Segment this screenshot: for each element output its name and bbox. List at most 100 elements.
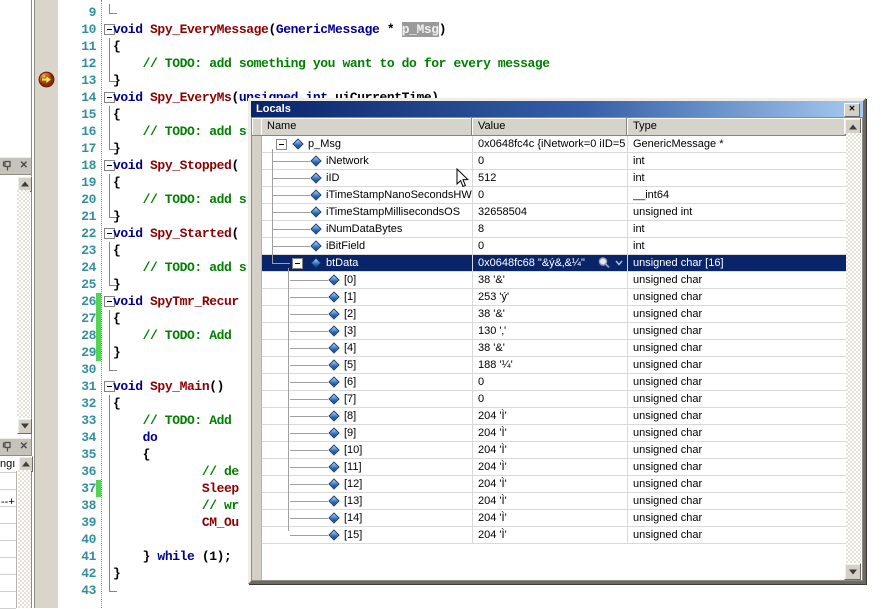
- line-number: 29: [58, 344, 96, 361]
- panel-row-line: [0, 574, 16, 575]
- code-segment-pl: ): [439, 22, 446, 37]
- locals-row-iTimeStampNanoSecondsHW[interactable]: iTimeStampNanoSecondsHW0__int64: [261, 187, 846, 204]
- expand-collapse-box[interactable]: [276, 139, 287, 150]
- tool-panel-top-titlebar[interactable]: ✕: [0, 157, 31, 175]
- locals-grid[interactable]: p_Msg0x0648fc4c {iNetwork=0 iID=5Generic…: [252, 136, 846, 580]
- locals-row-iID[interactable]: iID512int: [261, 170, 846, 187]
- fold-line: [109, 327, 110, 344]
- column-header-name[interactable]: Name: [261, 118, 472, 136]
- column-header-type[interactable]: Type: [627, 118, 846, 136]
- variable-value: 0: [478, 153, 626, 169]
- line-number: 26: [58, 293, 96, 310]
- close-icon[interactable]: ✕: [20, 440, 28, 453]
- line-number: 22: [58, 225, 96, 242]
- locals-row-3[interactable]: [3]130 '‚'unsigned char: [261, 323, 846, 340]
- code-text: // TODO: add something you want to do fo…: [113, 55, 550, 72]
- locals-row-btData[interactable]: btData0x0648fc68 "&ý&‚&¼"unsigned char […: [261, 255, 846, 272]
- variable-type: unsigned char: [633, 306, 846, 322]
- panel-scrollbar-track[interactable]: [18, 470, 31, 608]
- panel-gridline: [16, 471, 17, 608]
- locals-row-p_Msg[interactable]: p_Msg0x0648fc4c {iNetwork=0 iID=5Generic…: [261, 136, 846, 153]
- locals-row-10[interactable]: [10]204 'Ì'unsigned char: [261, 442, 846, 459]
- code-segment-fn: Sleep: [202, 481, 239, 496]
- locals-titlebar[interactable]: Locals ✕: [251, 101, 863, 117]
- locals-row-2[interactable]: [2]38 '&'unsigned char: [261, 306, 846, 323]
- code-segment-pl: }: [113, 277, 120, 292]
- code-line-12[interactable]: 12 // TODO: add something you want to do…: [0, 55, 891, 72]
- locals-row-4[interactable]: [4]38 '&'unsigned char: [261, 340, 846, 357]
- panel-scrollbar-track[interactable]: [17, 190, 30, 418]
- code-line-11[interactable]: 11{: [0, 38, 891, 55]
- locals-row-13[interactable]: [13]204 'Ì'unsigned char: [261, 493, 846, 510]
- line-number: 17: [58, 140, 96, 157]
- locals-row-0[interactable]: [0]38 '&'unsigned char: [261, 272, 846, 289]
- tree-line: [290, 331, 328, 332]
- code-segment-pl: (: [231, 90, 238, 105]
- current-statement-breakpoint-icon[interactable]: [38, 71, 55, 88]
- locals-window[interactable]: Locals ✕ Name Value Type p_Msg0x0648fc4c…: [248, 98, 866, 584]
- code-line-10[interactable]: 10void Spy_EveryMessage(GenericMessage *…: [0, 21, 891, 38]
- locals-row-iBitField[interactable]: iBitField0int: [261, 238, 846, 255]
- locals-row-1[interactable]: [1]253 'ý'unsigned char: [261, 289, 846, 306]
- locals-row-7[interactable]: [7]0unsigned char: [261, 391, 846, 408]
- locals-row-iTimeStampMillisecondsOS[interactable]: iTimeStampMillisecondsOS32658504unsigned…: [261, 204, 846, 221]
- code-segment-kw: void: [113, 294, 150, 309]
- locals-row-12[interactable]: [12]204 'Ì'unsigned char: [261, 476, 846, 493]
- column-separator[interactable]: [472, 136, 473, 544]
- code-line-13[interactable]: 13}: [0, 72, 891, 89]
- code-line-9[interactable]: 9: [0, 4, 891, 21]
- locals-row-5[interactable]: [5]188 '¼'unsigned char: [261, 357, 846, 374]
- variable-name: [15]: [344, 527, 472, 543]
- variable-icon: [328, 291, 339, 302]
- line-number: 23: [58, 242, 96, 259]
- variable-type: unsigned char: [633, 272, 846, 288]
- variable-value: 38 '&': [478, 272, 626, 288]
- variable-value: 204 'Ì': [478, 459, 626, 475]
- arrow-down-icon: [849, 569, 857, 574]
- code-segment-pl: (: [231, 226, 238, 241]
- locals-scrollbar-track[interactable]: [846, 133, 861, 565]
- variable-icon: [328, 359, 339, 370]
- locals-row-iNetwork[interactable]: iNetwork0int: [261, 153, 846, 170]
- pin-icon[interactable]: [2, 440, 15, 453]
- chevron-down-icon[interactable]: [614, 256, 624, 270]
- close-icon[interactable]: ✕: [20, 159, 28, 172]
- tree-line: [290, 416, 328, 417]
- panel-scrollbar-down-button[interactable]: [17, 418, 32, 434]
- locals-row-15[interactable]: [15]204 'Ì'unsigned char: [261, 527, 846, 544]
- code-line-43[interactable]: 43: [0, 582, 891, 599]
- variable-icon: [292, 138, 303, 149]
- tree-line: [272, 246, 310, 247]
- line-number: 20: [58, 191, 96, 208]
- magnifier-icon[interactable]: [597, 256, 612, 270]
- value-tools[interactable]: [597, 256, 629, 270]
- fold-line: [109, 242, 110, 259]
- column-header-value[interactable]: Value: [472, 118, 627, 136]
- tree-line: [290, 297, 328, 298]
- locals-close-button[interactable]: ✕: [844, 103, 860, 117]
- tree-line: [290, 399, 328, 400]
- line-number: 28: [58, 327, 96, 344]
- column-separator[interactable]: [627, 136, 628, 544]
- line-number: 43: [58, 582, 96, 599]
- code-segment-cm: // de: [113, 464, 239, 479]
- locals-row-14[interactable]: [14]204 'Ì'unsigned char: [261, 510, 846, 527]
- variable-type: __int64: [633, 187, 846, 203]
- locals-row-8[interactable]: [8]204 'Ì'unsigned char: [261, 408, 846, 425]
- locals-row-9[interactable]: [9]204 'Ì'unsigned char: [261, 425, 846, 442]
- code-text: }: [113, 72, 120, 89]
- code-text: void Spy_Stopped(: [113, 157, 239, 174]
- locals-row-11[interactable]: [11]204 'Ì'unsigned char: [261, 459, 846, 476]
- locals-row-iNumDataBytes[interactable]: iNumDataBytes8int: [261, 221, 846, 238]
- line-number: 24: [58, 259, 96, 276]
- tool-panel-bottom-titlebar[interactable]: ✕: [0, 438, 31, 456]
- locals-scrollbar-down-button[interactable]: [844, 563, 861, 580]
- arrow-up-icon: [22, 462, 30, 467]
- locals-row-6[interactable]: [6]0unsigned char: [261, 374, 846, 391]
- expand-collapse-box[interactable]: [292, 258, 303, 269]
- pin-icon[interactable]: [2, 159, 15, 172]
- variable-name: iNetwork: [326, 153, 472, 169]
- variable-icon: [328, 325, 339, 336]
- variable-type: unsigned char: [633, 527, 846, 543]
- variable-value: 204 'Ì': [478, 510, 626, 526]
